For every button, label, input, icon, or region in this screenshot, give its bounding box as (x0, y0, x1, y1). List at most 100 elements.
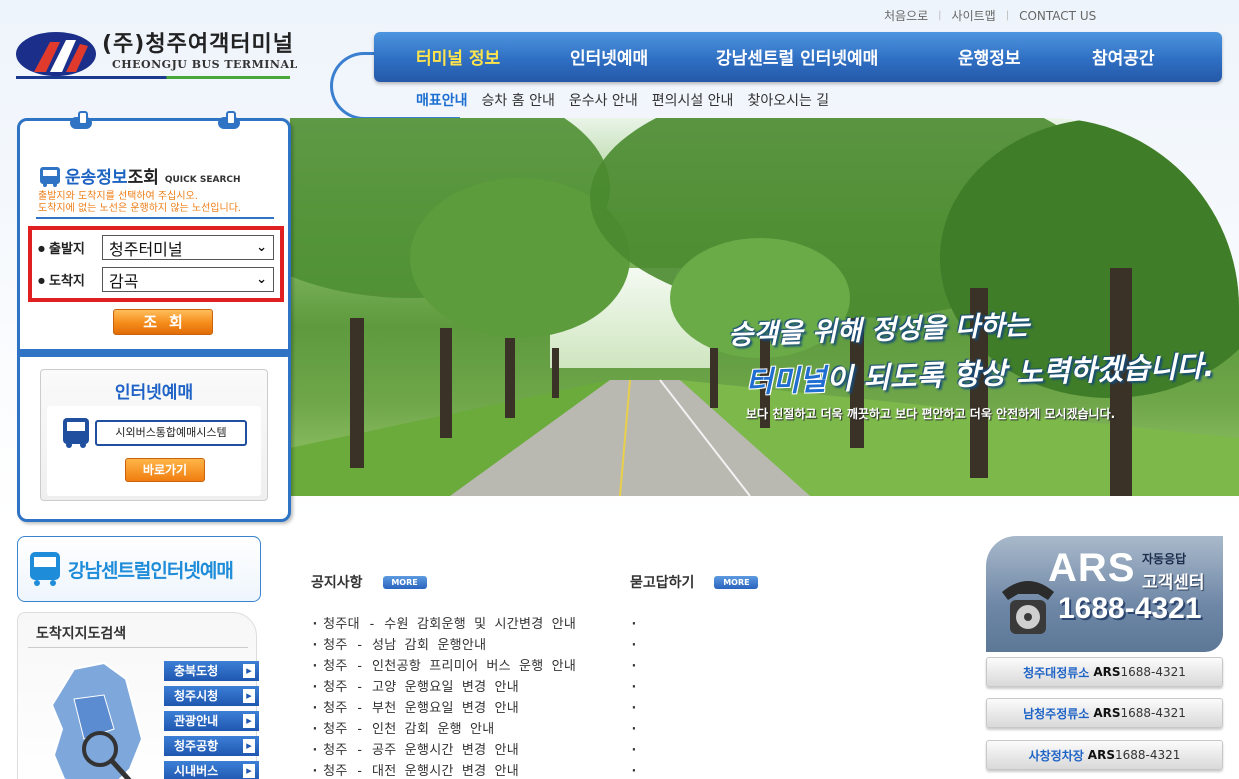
booking-system-link[interactable]: 시외버스통합예매시스템 (61, 418, 247, 448)
map-button-citybus[interactable]: 시내버스 (164, 761, 259, 779)
sitemap-link[interactable]: 사이트맵 (952, 7, 996, 24)
qna-title: 묻고답하기 (630, 575, 695, 591)
stop-ars-label: ARS (1087, 748, 1115, 762)
hero-highlight-word: 터미널 (745, 362, 827, 400)
gangnam-booking-banner[interactable]: 강남센트럴인터넷예매 (17, 536, 261, 602)
map-button-airport[interactable]: 청주공항 (164, 736, 259, 756)
qna-title-row: 묻고답하기 MORE (630, 572, 759, 592)
divider (28, 647, 248, 648)
notice-item[interactable]: 청주 - 인천공항 프리미어 버스 운행 안내 (311, 656, 576, 677)
tree-road-illustration (290, 118, 1239, 496)
notice-item[interactable]: 청주대 - 수원 감회운행 및 시간변경 안내 (311, 614, 576, 635)
qna-item (630, 614, 758, 635)
quick-search-title-en: QUICK SEARCH (164, 175, 241, 185)
qna-item (630, 635, 758, 656)
stop-phone: 1688-4321 (1120, 706, 1186, 720)
arrival-row: 도착지 감곡 ⌄ (38, 267, 274, 292)
home-link[interactable]: 처음으로 (884, 7, 928, 24)
site-logo[interactable]: (주)청주여객터미널 CHEONGJU BUS TERMINAL (16, 26, 297, 84)
chevron-down-icon: ⌄ (256, 272, 267, 287)
logo-english-name: CHEONGJU BUS TERMINAL (112, 58, 298, 71)
quick-search-desc-line2: 도착지에 없는 노선은 운행하지 않는 노선입니다. (38, 203, 242, 214)
departure-label: 출발지 (38, 238, 102, 257)
hero-subtext: 보다 친절하고 더욱 깨끗하고 보다 편안하고 더욱 안전하게 모시겠습니다. (746, 407, 1116, 421)
subnav-platform-info[interactable]: 승차 홈 안내 (482, 90, 555, 110)
divider (36, 217, 274, 219)
stop-name: 청주대정류소 (1023, 665, 1090, 680)
nav-operation-info[interactable]: 운행정보 (958, 44, 1021, 69)
stop-ars-label: ARS (1093, 665, 1121, 679)
arrival-selected-value: 감곡 (109, 271, 139, 291)
qna-list (630, 614, 758, 779)
notice-item[interactable]: 청주 - 인천 감회 운행 안내 (311, 719, 576, 740)
ars-label: ARS (1048, 546, 1136, 590)
sub-nav: 매표안내 승차 홈 안내 운수사 안내 편의시설 안내 찾아오시는 길 (416, 90, 843, 110)
binder-ring-icon (218, 111, 240, 129)
bus-icon (63, 418, 89, 448)
departure-select[interactable]: 청주터미널 ⌄ (102, 235, 274, 260)
go-booking-button[interactable]: 바로가기 (125, 458, 205, 482)
map-button-cityhall[interactable]: 청주시청 (164, 686, 259, 706)
nav-internet-booking[interactable]: 인터넷예매 (570, 44, 648, 69)
notice-more-button[interactable]: MORE (382, 575, 427, 589)
nav-terminal-info[interactable]: 터미널 정보 (416, 44, 500, 69)
subnav-ticket-info[interactable]: 매표안내 (416, 90, 468, 110)
logo-underline (16, 76, 290, 79)
hero-banner: 승객을 위해 정성을 다하는 터미널이 되도록 항상 노력하겠습니다. 보다 친… (290, 118, 1239, 496)
quick-search-desc-line1: 출발지와 도착지를 선택하여 주십시오. (38, 191, 198, 202)
quick-search-title-b: 조회 (127, 168, 159, 188)
stop-cheongju-univ[interactable]: 청주대정류소 ARS 1688-4321 (986, 657, 1223, 687)
subnav-facility-info[interactable]: 편의시설 안내 (652, 90, 734, 110)
ars-phone-number: 1688-4321 (1058, 592, 1202, 625)
subnav-carrier-info[interactable]: 운수사 안내 (569, 90, 638, 110)
quick-search-panel: 운송정보 조회 QUICK SEARCH 출발지와 도착지를 선택하여 주십시오… (17, 111, 291, 522)
qna-item (630, 719, 758, 740)
notice-item[interactable]: 청주 - 대전 운행시간 변경 안내 (311, 761, 576, 779)
contact-us-link[interactable]: CONTACT US (1019, 9, 1096, 23)
destination-map-search: 도착지지도검색 충북도청 청주시청 관광안내 청주공항 시내버스 (17, 612, 259, 779)
stop-sachang[interactable]: 사창정차장 ARS 1688-4321 (986, 740, 1223, 770)
stop-phone: 1688-4321 (1114, 748, 1181, 762)
notice-item[interactable]: 청주 - 성남 감회 운행안내 (311, 635, 576, 656)
subnav-directions[interactable]: 찾아오시는 길 (747, 90, 829, 110)
route-search-button[interactable]: 조회 (113, 309, 213, 335)
qna-more-button[interactable]: MORE (714, 575, 759, 589)
notice-item[interactable]: 청주 - 부천 운행요일 변경 안내 (311, 698, 576, 719)
korea-map-icon[interactable] (34, 659, 154, 779)
stop-phone: 1688-4321 (1120, 665, 1186, 679)
route-selection-form: 출발지 청주터미널 ⌄ 도착지 감곡 ⌄ (28, 226, 284, 302)
ars-auto-response: 자동응답 (1142, 552, 1187, 566)
qna-item (630, 698, 758, 719)
notice-title: 공지사항 (311, 575, 363, 591)
separator: | (1005, 10, 1010, 21)
nav-participation[interactable]: 참여공간 (1092, 44, 1155, 69)
gangnam-booking-label: 강남센트럴인터넷예매 (68, 559, 234, 582)
map-search-title: 도착지지도검색 (36, 626, 127, 642)
notice-item[interactable]: 청주 - 고양 운행요일 변경 안내 (311, 677, 576, 698)
departure-selected-value: 청주터미널 (109, 239, 183, 259)
notice-item[interactable]: 청주 - 공주 운행시간 변경 안내 (311, 740, 576, 761)
notice-board: 공지사항 MORE 청주대 - 수원 감회운행 및 시간변경 안내 청주 - 성… (311, 572, 576, 779)
qna-item (630, 761, 758, 779)
stop-name: 사창정차장 (1028, 748, 1084, 763)
map-button-chungbuk[interactable]: 충북도청 (164, 661, 259, 681)
qna-item (630, 740, 758, 761)
logo-korean-name: (주)청주여객터미널 (102, 32, 295, 57)
arrival-label: 도착지 (38, 270, 102, 289)
stop-name: 남청주정류소 (1023, 706, 1090, 721)
nav-gangnam-booking[interactable]: 강남센트럴 인터넷예매 (716, 44, 878, 69)
bus-icon (30, 552, 60, 586)
stop-south-cheongju[interactable]: 남청주정류소 ARS 1688-4321 (986, 698, 1223, 728)
quick-search-title: 운송정보 조회 QUICK SEARCH (39, 163, 241, 188)
ars-customer-center: ARS 자동응답 고객센터 1688-4321 (986, 536, 1223, 652)
booking-system-label: 시외버스통합예매시스템 (95, 420, 247, 446)
qna-item (630, 677, 758, 698)
arrival-select[interactable]: 감곡 ⌄ (102, 267, 274, 292)
map-button-tourism[interactable]: 관광안내 (164, 711, 259, 731)
binder-ring-icon (70, 111, 92, 129)
bus-icon (40, 167, 60, 187)
panel-divider (17, 349, 291, 357)
main-nav: 터미널 정보 인터넷예매 강남센트럴 인터넷예매 운행정보 참여공간 (374, 32, 1222, 82)
separator: | (938, 10, 942, 21)
qna-item (630, 656, 758, 677)
